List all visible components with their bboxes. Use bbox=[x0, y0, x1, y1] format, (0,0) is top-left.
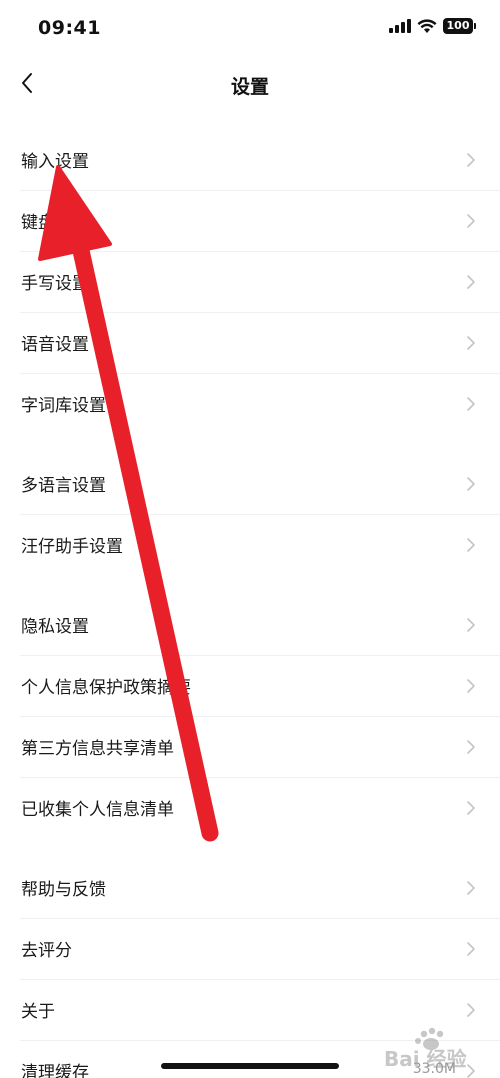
settings-row-label: 多语言设置 bbox=[21, 476, 106, 496]
settings-row-label: 字词库设置 bbox=[21, 396, 106, 416]
settings-row-label: 输入设置 bbox=[21, 152, 89, 172]
settings-row[interactable]: 手写设置 bbox=[20, 252, 500, 313]
settings-row-label: 帮助与反馈 bbox=[21, 880, 106, 900]
settings-row-label: 去评分 bbox=[21, 941, 72, 961]
settings-screen: 09:41 100 设置 输入设置 键盘设置 手写设置 语音设置 字词库设置 多… bbox=[0, 0, 500, 1078]
chevron-right-icon bbox=[467, 153, 475, 167]
settings-row[interactable]: 输入设置 bbox=[20, 130, 500, 191]
chevron-right-icon bbox=[467, 942, 475, 956]
chevron-right-icon bbox=[467, 740, 475, 754]
chevron-right-icon bbox=[467, 538, 475, 552]
settings-list: 输入设置键盘设置手写设置语音设置字词库设置多语言设置汪仔助手设置 隐私设置个人信息… bbox=[0, 130, 500, 1078]
page-title: 设置 bbox=[230, 76, 269, 98]
chevron-right-icon bbox=[467, 1003, 475, 1017]
settings-row[interactable]: 键盘设置 bbox=[20, 191, 500, 252]
battery-icon: 100 bbox=[443, 18, 476, 34]
home-indicator bbox=[161, 1063, 339, 1069]
battery-level: 100 bbox=[443, 18, 473, 34]
settings-row-label: 清理缓存 bbox=[21, 1063, 89, 1078]
settings-row[interactable]: 多语言设置 bbox=[20, 454, 500, 515]
settings-row-label: 汪仔助手设置 bbox=[21, 537, 123, 557]
settings-row-label: 语音设置 bbox=[21, 335, 89, 355]
settings-row-label: 键盘设置 bbox=[21, 213, 89, 233]
settings-row[interactable]: 个人信息保护政策摘要 bbox=[20, 656, 500, 717]
settings-row[interactable]: 第三方信息共享清单 bbox=[20, 717, 500, 778]
settings-row-label: 关于 bbox=[21, 1002, 55, 1022]
chevron-right-icon bbox=[467, 397, 475, 411]
settings-row[interactable]: 汪仔助手设置 bbox=[20, 515, 500, 575]
chevron-right-icon bbox=[467, 477, 475, 491]
status-icons: 100 bbox=[389, 18, 476, 34]
watermark-text: Bai 经验 bbox=[384, 1047, 467, 1071]
settings-row-label: 已收集个人信息清单 bbox=[21, 800, 174, 820]
group-separator bbox=[0, 434, 500, 454]
signal-icon bbox=[389, 19, 411, 33]
chevron-right-icon bbox=[467, 275, 475, 289]
settings-row[interactable]: 去评分 bbox=[20, 919, 500, 980]
settings-row[interactable]: 字词库设置 bbox=[20, 374, 500, 434]
group-separator bbox=[0, 838, 500, 858]
status-bar: 09:41 100 bbox=[0, 0, 500, 56]
watermark-logo: Bai 经验 bbox=[384, 1027, 467, 1071]
settings-row-label: 第三方信息共享清单 bbox=[21, 739, 174, 759]
settings-row-label: 手写设置 bbox=[21, 274, 89, 294]
settings-row[interactable]: 已收集个人信息清单 bbox=[20, 778, 500, 838]
settings-row[interactable]: 语音设置 bbox=[20, 313, 500, 374]
chevron-right-icon bbox=[467, 336, 475, 350]
chevron-right-icon bbox=[467, 679, 475, 693]
wifi-icon bbox=[417, 18, 437, 33]
chevron-right-icon bbox=[467, 618, 475, 632]
chevron-right-icon bbox=[467, 801, 475, 815]
status-time: 09:41 bbox=[38, 17, 101, 39]
settings-row[interactable]: 隐私设置 bbox=[20, 595, 500, 656]
navigation-bar: 设置 bbox=[0, 56, 500, 116]
settings-row[interactable]: 帮助与反馈 bbox=[20, 858, 500, 919]
settings-row-label: 个人信息保护政策摘要 bbox=[21, 678, 191, 698]
chevron-right-icon bbox=[467, 881, 475, 895]
chevron-right-icon bbox=[467, 214, 475, 228]
group-separator bbox=[0, 575, 500, 595]
settings-row-label: 隐私设置 bbox=[21, 617, 89, 637]
